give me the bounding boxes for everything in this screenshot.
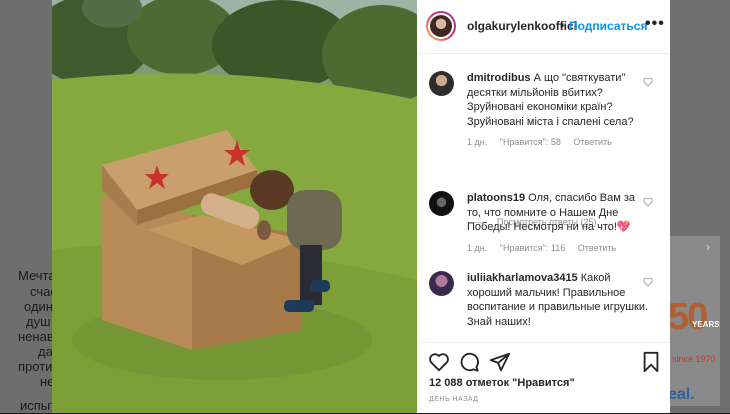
comment-likes[interactable]: "Нравится": 58: [500, 137, 561, 147]
post-panel: olgakurylenkooffici • Подписаться ••• dm…: [417, 0, 670, 413]
commenter-username[interactable]: iuliiakharlamova3415: [467, 272, 578, 284]
commenter-avatar[interactable]: [429, 191, 454, 216]
background-page-left: Мечта счас один душ ненави да проти не и…: [0, 0, 52, 413]
commenter-username[interactable]: dmitrodibus: [467, 72, 531, 84]
ad-years: YEARS: [692, 320, 720, 329]
ad-number: 50: [668, 296, 708, 338]
save-bookmark-icon[interactable]: [640, 351, 662, 373]
comment-body: iuliiakharlamova3415 Какой хороший мальч…: [467, 271, 651, 329]
comment-bubble-icon[interactable]: [458, 351, 480, 373]
background-text: один: [24, 299, 52, 314]
like-comment-icon[interactable]: [643, 277, 653, 287]
background-text: проти: [18, 359, 52, 374]
post-photo: [52, 0, 417, 413]
like-heart-icon[interactable]: [428, 351, 450, 373]
ad-since: since 1970: [672, 354, 716, 364]
likes-count[interactable]: 12 088 отметок "Нравится": [429, 377, 575, 389]
separator-dot: •: [560, 19, 565, 33]
chevron-right-icon: ›: [706, 240, 710, 254]
comments-list: dmitrodibus А що "святкувати" десятки мі…: [417, 54, 670, 342]
background-text: душ: [26, 314, 51, 329]
post-header: olgakurylenkooffici • Подписаться •••: [417, 0, 670, 54]
like-comment-icon[interactable]: [643, 197, 653, 207]
photo-illustration: [52, 0, 417, 413]
comment-meta: 1 дн. "Нравится": 116 Ответить: [467, 243, 626, 253]
background-text: счас: [30, 284, 52, 299]
follow-button[interactable]: Подписаться: [569, 19, 647, 33]
comment-item: platoons19 Оля, спасибо Вам за то, что п…: [429, 191, 661, 261]
reply-button[interactable]: Ответить: [578, 243, 616, 253]
background-ad: 50 YEARS since 1970 eal.: [668, 236, 720, 406]
commenter-username[interactable]: platoons19: [467, 192, 525, 204]
commenter-avatar[interactable]: [429, 271, 454, 296]
comment-item: iuliiakharlamova3415 Какой хороший мальч…: [429, 271, 661, 341]
background-text: Мечта: [18, 268, 52, 283]
ad-deal: eal.: [668, 386, 695, 403]
comment-meta: 1 дн. "Нравится": 58 Ответить: [467, 137, 622, 147]
commenter-avatar[interactable]: [429, 71, 454, 96]
comment-item: dmitrodibus А що "святкувати" десятки мі…: [429, 71, 661, 211]
background-text: ненави: [18, 329, 52, 344]
background-text: да: [38, 344, 52, 359]
comment-time: 1 дн.: [467, 137, 488, 147]
like-comment-icon[interactable]: [643, 77, 653, 87]
comment-time: 1 дн.: [467, 243, 488, 253]
post-actions: 12 088 отметок "Нравится" ДЕНЬ НАЗАД: [417, 342, 670, 414]
share-paper-plane-icon[interactable]: [489, 351, 511, 373]
author-avatar[interactable]: [426, 11, 456, 41]
background-text: испыт: [20, 398, 52, 413]
comment-likes[interactable]: "Нравится": 116: [500, 243, 565, 253]
more-options-icon[interactable]: •••: [645, 15, 665, 33]
comment-body: dmitrodibus А що "святкувати" десятки мі…: [467, 71, 651, 129]
background-text: не: [40, 374, 52, 389]
comment-body: platoons19 Оля, спасибо Вам за то, что п…: [467, 191, 651, 235]
reply-button[interactable]: Ответить: [573, 137, 611, 147]
post-timestamp: ДЕНЬ НАЗАД: [429, 396, 479, 403]
